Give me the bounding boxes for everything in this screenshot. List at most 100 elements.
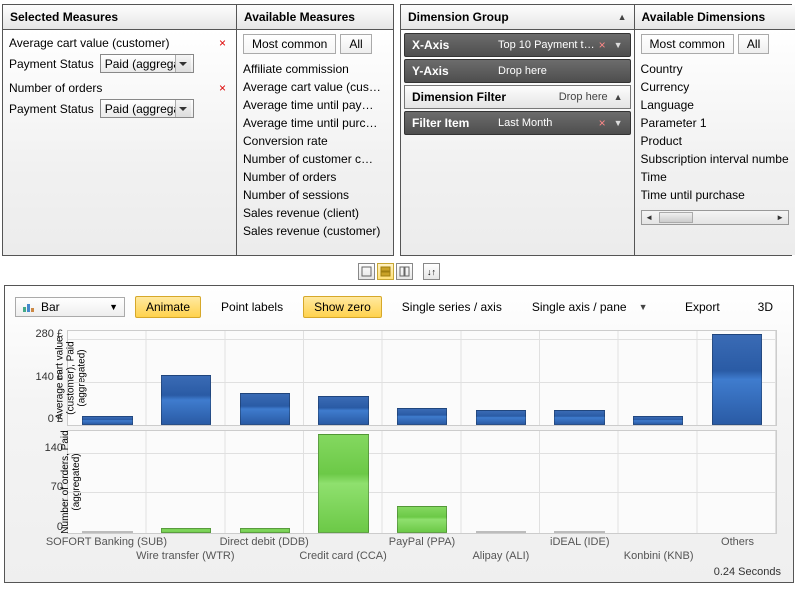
bar[interactable] (240, 393, 290, 425)
list-item[interactable]: Number of customer c… (243, 150, 387, 168)
bar[interactable] (318, 396, 368, 425)
dimension-filter-title: Dimension Filter (412, 90, 506, 104)
bar[interactable] (554, 410, 604, 425)
chart-type-dropdown[interactable]: Bar ▼ (15, 297, 125, 317)
tab-all[interactable]: All (738, 34, 769, 54)
payment-status-dropdown-1[interactable]: Paid (aggrega (100, 54, 194, 73)
ytick: 140 £ (35, 371, 68, 383)
bar[interactable] (712, 334, 762, 425)
bar[interactable] (633, 416, 683, 425)
list-item[interactable]: Currency (641, 78, 789, 96)
list-item[interactable]: Affiliate commission (243, 60, 387, 78)
view-mode-sort[interactable]: ↓↑ (423, 263, 440, 280)
bar[interactable] (161, 528, 211, 533)
bar[interactable] (476, 531, 526, 533)
list-item[interactable]: Number of sessions (243, 186, 387, 204)
list-item[interactable]: Number of orders (243, 168, 387, 186)
x-axis-label: Konbini (KNB) (624, 550, 694, 562)
three-d-button[interactable]: 3D (748, 297, 783, 317)
bar[interactable] (240, 528, 290, 533)
bar[interactable] (397, 506, 447, 533)
ytick: 280 £ (35, 328, 68, 340)
export-button[interactable]: Export (675, 297, 730, 317)
list-item[interactable]: Time until purchase (641, 186, 789, 204)
chevron-down-icon[interactable]: ▼ (614, 40, 623, 50)
bar[interactable] (82, 531, 132, 533)
remove-icon[interactable]: × (215, 36, 230, 50)
scroll-thumb[interactable] (659, 212, 693, 223)
measure-name: Average cart value (customer) (9, 36, 170, 50)
available-measures-list: Affiliate commission Average cart value … (243, 60, 387, 240)
tab-all[interactable]: All (340, 34, 371, 54)
list-item[interactable]: Product (641, 132, 789, 150)
list-item[interactable]: Language (641, 96, 789, 114)
view-mode-1[interactable] (358, 263, 375, 280)
collapse-icon[interactable]: ▲ (618, 12, 627, 22)
bar[interactable] (161, 375, 211, 425)
x-axis-label: Credit card (CCA) (299, 550, 386, 562)
ytick: 0 (57, 521, 68, 533)
bar[interactable] (476, 410, 526, 425)
dropdown-value: Paid (aggrega (105, 102, 180, 116)
filter-item-value: Last Month (498, 117, 595, 129)
bar[interactable] (397, 408, 447, 425)
available-measures-title: Available Measures (244, 10, 355, 24)
dropdown-value: Paid (aggrega (105, 57, 180, 71)
available-measures-header: Available Measures (237, 5, 393, 30)
y-axis-label: Y-Axis (412, 64, 498, 78)
payment-status-dropdown-2[interactable]: Paid (aggrega (100, 99, 194, 118)
chart-type-label: Bar (41, 300, 60, 314)
x-axis-label: PayPal (PPA) (389, 536, 455, 548)
bar[interactable] (554, 531, 604, 533)
selected-measure-2[interactable]: Number of orders × Payment Status Paid (… (9, 79, 230, 124)
remove-icon[interactable]: × (215, 81, 230, 95)
view-mode-2[interactable] (377, 263, 394, 280)
view-mode-3[interactable] (396, 263, 413, 280)
measure-sublabel: Payment Status (9, 102, 94, 116)
x-axis-dropzone[interactable]: X-Axis Top 10 Payment t… × ▼ (404, 33, 631, 57)
list-item[interactable]: Sales revenue (customer) (243, 222, 387, 240)
chevron-down-icon[interactable]: ▼ (614, 118, 623, 128)
list-item[interactable]: Subscription interval numbe (641, 150, 789, 168)
dimension-group-title: Dimension Group (408, 10, 509, 24)
bar[interactable] (318, 434, 368, 533)
x-axis-label: Alipay (ALI) (472, 550, 529, 562)
bar[interactable] (82, 416, 132, 425)
dimension-filter-header[interactable]: Dimension Filter Drop here ▲ (404, 85, 631, 109)
chevron-down-icon: ▼ (109, 302, 118, 312)
dimension-group-header[interactable]: Dimension Group ▲ (401, 5, 634, 30)
animate-button[interactable]: Animate (135, 296, 201, 318)
list-item[interactable]: Country (641, 60, 789, 78)
remove-icon[interactable]: × (595, 38, 610, 52)
chart-2: Number of orders, Paid (aggregated) 0 70… (67, 430, 777, 534)
horizontal-scrollbar[interactable]: ◄ ► (641, 210, 789, 225)
x-axis-label: X-Axis (412, 38, 498, 52)
x-axis-value: Top 10 Payment t… (498, 39, 595, 51)
remove-icon[interactable]: × (595, 116, 610, 130)
scroll-left-icon[interactable]: ◄ (642, 211, 657, 224)
list-item[interactable]: Average time until purc… (243, 114, 387, 132)
list-item[interactable]: Conversion rate (243, 132, 387, 150)
available-dimensions-list: Country Currency Language Parameter 1 Pr… (641, 60, 789, 204)
selected-measure-1[interactable]: Average cart value (customer) × Payment … (9, 34, 230, 79)
point-labels-button[interactable]: Point labels (211, 297, 293, 317)
y-axis-value: Drop here (498, 65, 623, 77)
selected-measures-title: Selected Measures (10, 10, 118, 24)
list-item[interactable]: Average time until pay… (243, 96, 387, 114)
x-axis-label: Wire transfer (WTR) (136, 550, 234, 562)
show-zero-button[interactable]: Show zero (303, 296, 382, 318)
y-axis-dropzone[interactable]: Y-Axis Drop here (404, 59, 631, 83)
list-item[interactable]: Average cart value (cus… (243, 78, 387, 96)
list-item[interactable]: Time (641, 168, 789, 186)
scroll-right-icon[interactable]: ► (773, 211, 788, 224)
filter-item-row[interactable]: Filter Item Last Month × ▼ (404, 111, 631, 135)
list-item[interactable]: Parameter 1 (641, 114, 789, 132)
dimension-filter-drop: Drop here (559, 91, 608, 103)
list-item[interactable]: Sales revenue (client) (243, 204, 387, 222)
single-axis-button[interactable]: Single axis / pane (522, 297, 629, 317)
tab-most-common[interactable]: Most common (641, 34, 734, 54)
collapse-icon[interactable]: ▲ (614, 92, 623, 102)
single-series-button[interactable]: Single series / axis (392, 297, 512, 317)
chevron-down-icon[interactable]: ▼ (639, 302, 648, 312)
tab-most-common[interactable]: Most common (243, 34, 336, 54)
